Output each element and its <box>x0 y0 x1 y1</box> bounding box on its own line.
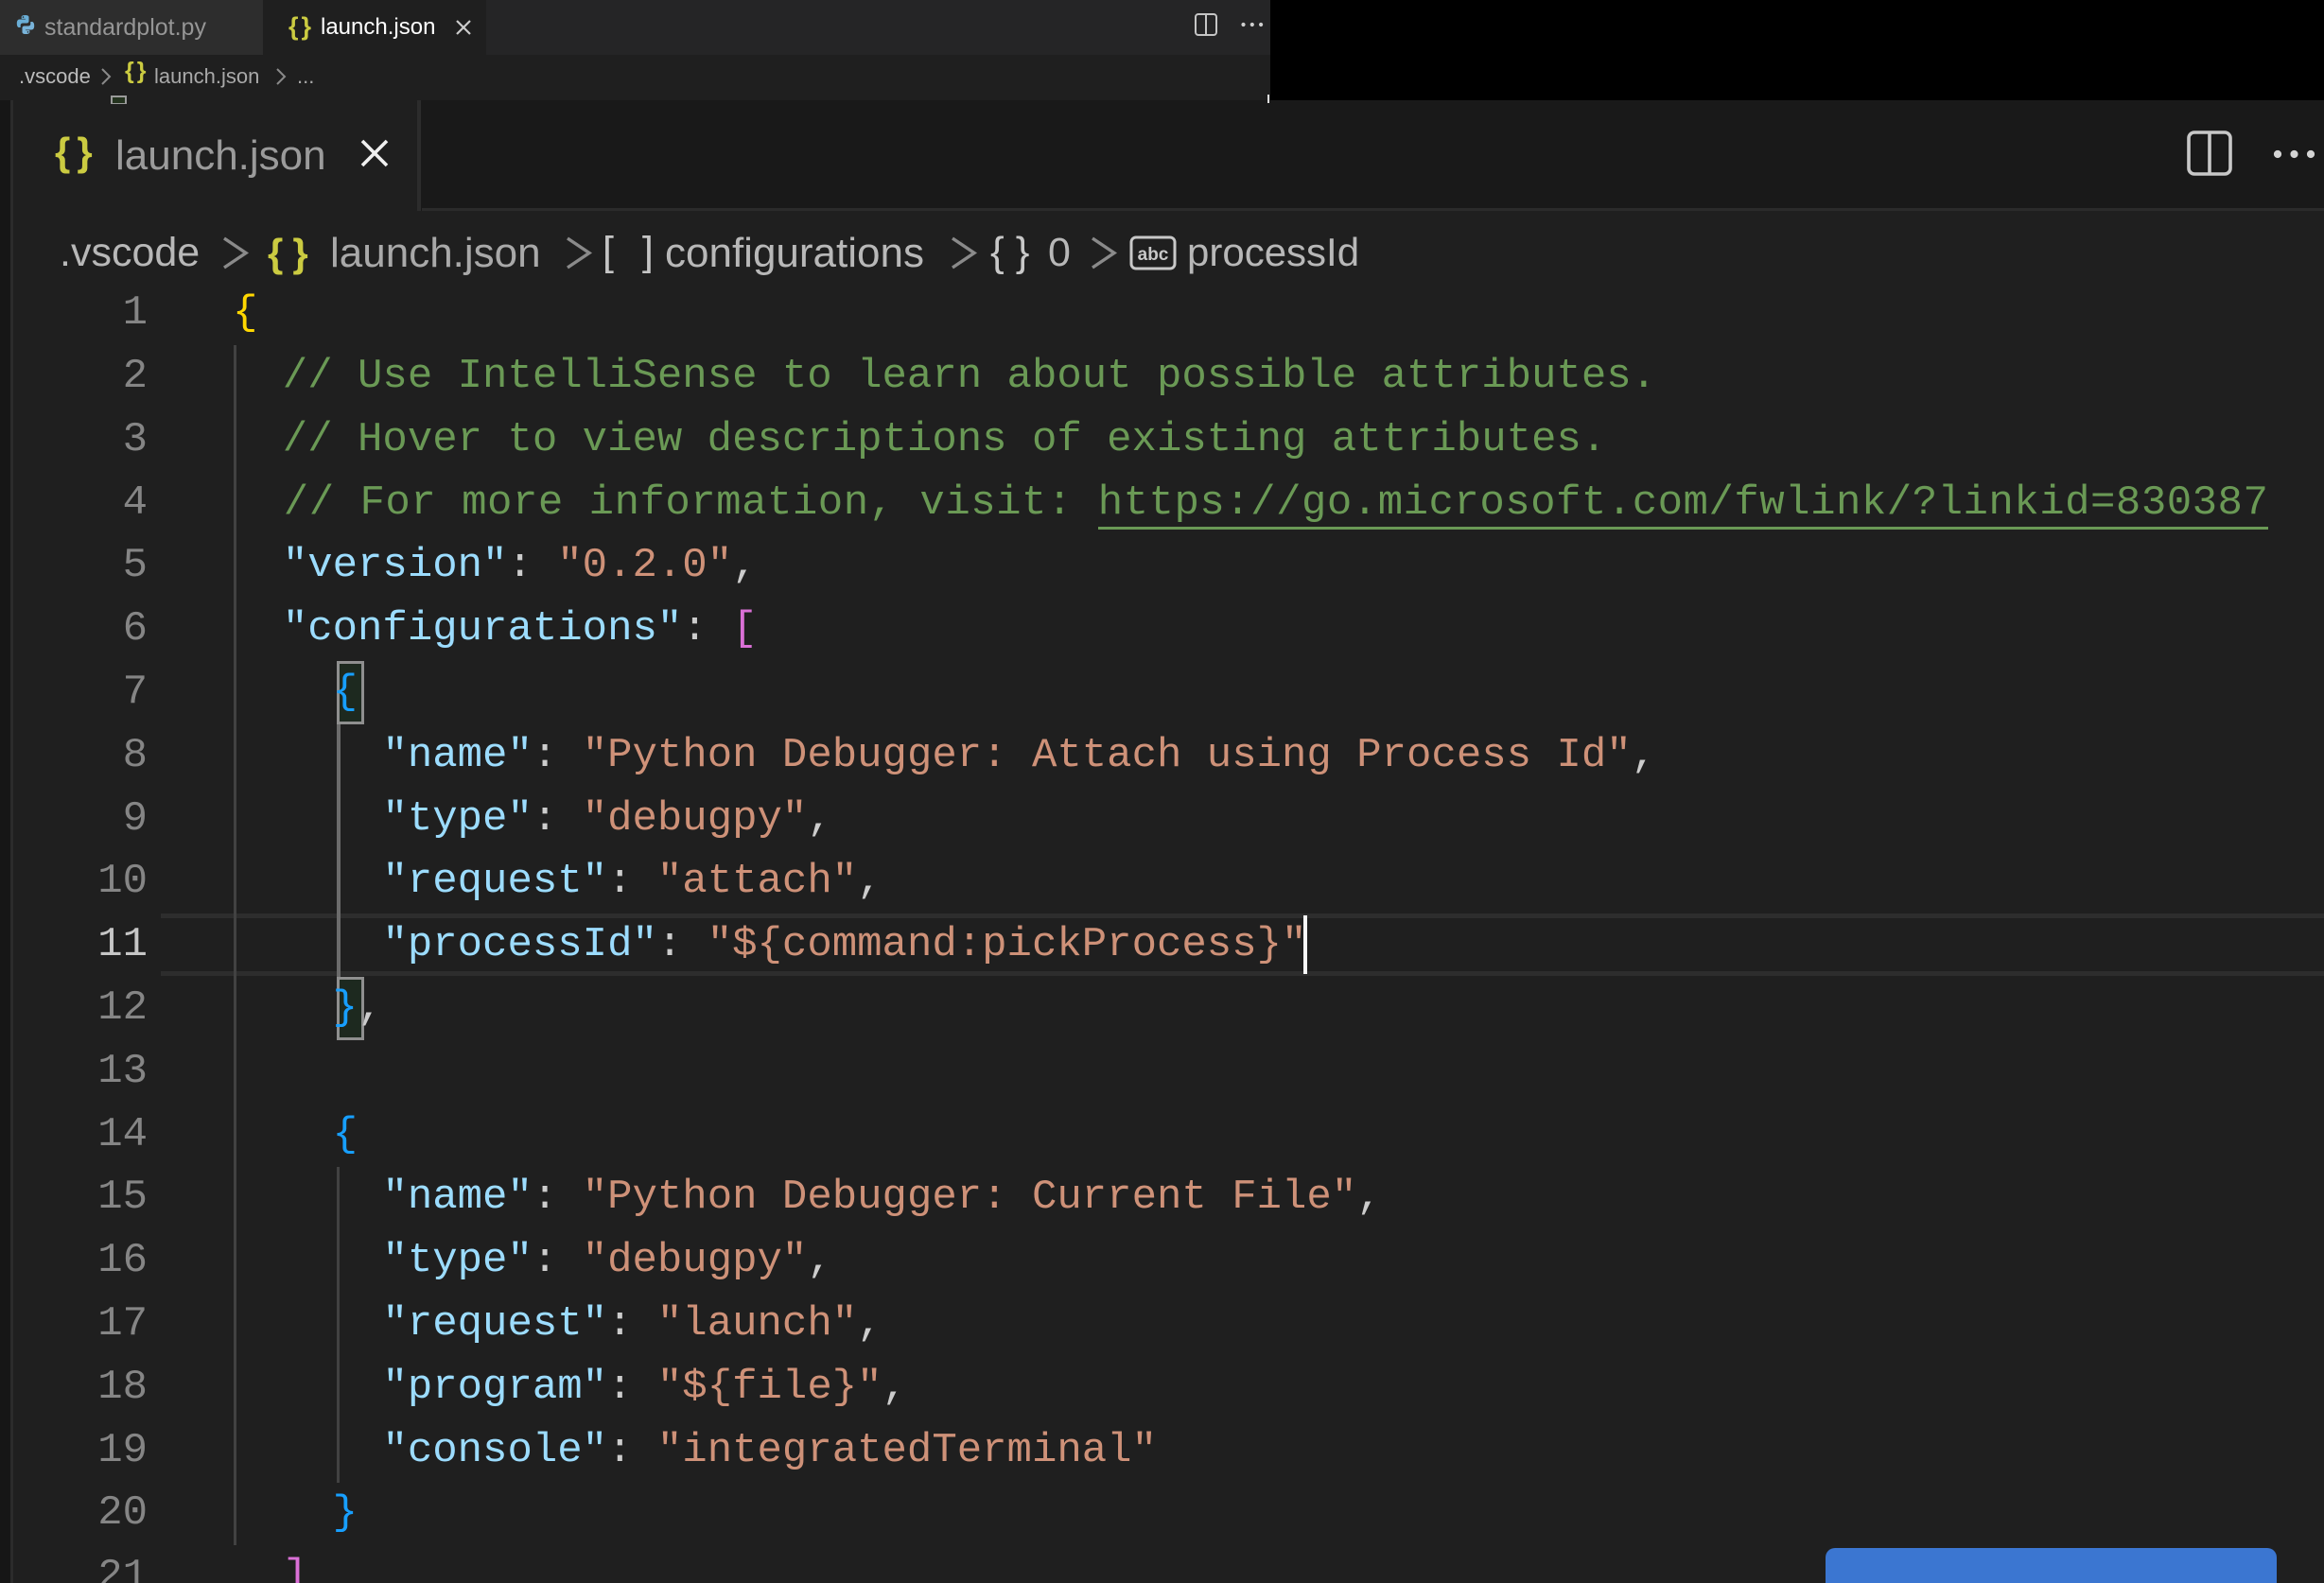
svg-text:abc: abc <box>1138 245 1169 265</box>
